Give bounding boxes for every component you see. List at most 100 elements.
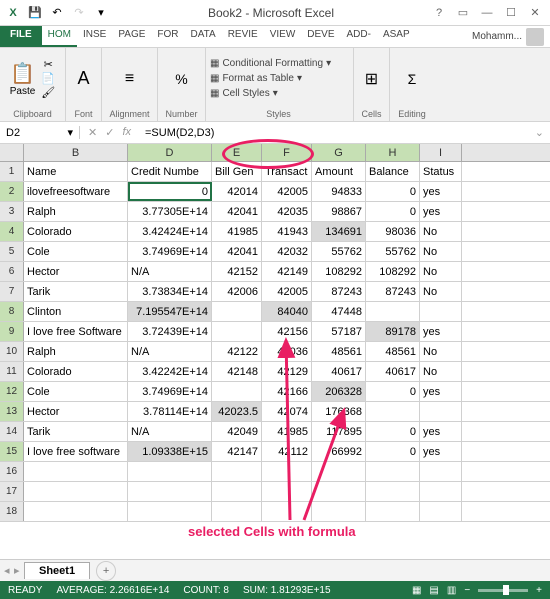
cell[interactable]	[420, 402, 462, 421]
copy-icon[interactable]: 📄	[41, 72, 55, 85]
cell[interactable]: 41943	[262, 222, 312, 241]
excel-icon[interactable]: X	[4, 4, 22, 22]
cell[interactable]: Balance	[366, 162, 420, 181]
cell[interactable]: 55762	[312, 242, 366, 261]
cell[interactable]: 42122	[212, 342, 262, 361]
cell[interactable]: 87243	[366, 282, 420, 301]
cell[interactable]: 42036	[262, 342, 312, 361]
cell[interactable]: 42156	[262, 322, 312, 341]
cell[interactable]: 48561	[312, 342, 366, 361]
cell[interactable]	[212, 302, 262, 321]
sheet-tab[interactable]: Sheet1	[24, 562, 90, 579]
cell[interactable]: 98867	[312, 202, 366, 221]
add-sheet-button[interactable]: +	[96, 561, 116, 581]
cell[interactable]: Clinton	[24, 302, 128, 321]
cell[interactable]: 0	[366, 382, 420, 401]
view-break-icon[interactable]: ▥	[447, 585, 456, 596]
cell[interactable]: 0	[366, 442, 420, 461]
cell[interactable]: 40617	[312, 362, 366, 381]
col-header[interactable]: D	[128, 144, 212, 161]
tab-asap[interactable]: ASAP	[377, 26, 416, 47]
cell[interactable]: Hector	[24, 262, 128, 281]
cell[interactable]: Name	[24, 162, 128, 181]
cell[interactable]: 3.72439E+14	[128, 322, 212, 341]
cell[interactable]: I love free Software	[24, 322, 128, 341]
sheet-nav-next-icon[interactable]: ▸	[14, 564, 20, 577]
cell[interactable]: yes	[420, 182, 462, 201]
help-icon[interactable]: ?	[428, 3, 450, 23]
zoom-slider[interactable]	[478, 589, 528, 592]
editing-button[interactable]: Σ	[396, 50, 428, 107]
cell[interactable]: 117895	[312, 422, 366, 441]
cell[interactable]: No	[420, 362, 462, 381]
cell[interactable]: Ralph	[24, 342, 128, 361]
name-box[interactable]: D2▾	[0, 126, 80, 139]
cell[interactable]: 42152	[212, 262, 262, 281]
cell[interactable]: 42014	[212, 182, 262, 201]
cell[interactable]: 42035	[262, 202, 312, 221]
redo-icon[interactable]: ↷	[70, 4, 88, 22]
row-header[interactable]: 8	[0, 302, 24, 321]
tab-file[interactable]: FILE	[0, 26, 42, 47]
cell[interactable]: 84040	[262, 302, 312, 321]
row-header[interactable]: 10	[0, 342, 24, 361]
cell[interactable]: No	[420, 262, 462, 281]
tab-page-layout[interactable]: PAGE	[112, 26, 151, 47]
cell[interactable]: N/A	[128, 342, 212, 361]
row-header[interactable]: 15	[0, 442, 24, 461]
cell[interactable]: 42149	[262, 262, 312, 281]
cell[interactable]	[420, 302, 462, 321]
row-header[interactable]: 11	[0, 362, 24, 381]
cell[interactable]: Cole	[24, 382, 128, 401]
cell[interactable]: 57187	[312, 322, 366, 341]
cell[interactable]	[212, 382, 262, 401]
cell[interactable]: yes	[420, 322, 462, 341]
tab-developer[interactable]: DEVE	[301, 26, 340, 47]
formula-expand-icon[interactable]: ⌄	[529, 126, 550, 139]
cell[interactable]: 0	[366, 202, 420, 221]
cell[interactable]: Colorado	[24, 222, 128, 241]
cell[interactable]: 42049	[212, 422, 262, 441]
fx-icon[interactable]: fx	[122, 126, 131, 139]
cell[interactable]	[420, 502, 462, 521]
cell[interactable]: Status	[420, 162, 462, 181]
enter-formula-icon[interactable]: ✓	[105, 126, 114, 139]
row-header[interactable]: 7	[0, 282, 24, 301]
cancel-formula-icon[interactable]: ✕	[88, 126, 97, 139]
tab-formulas[interactable]: FOR	[151, 26, 184, 47]
cell[interactable]: 3.78114E+14	[128, 402, 212, 421]
col-header[interactable]: G	[312, 144, 366, 161]
cell[interactable]: 7.195547E+14	[128, 302, 212, 321]
cell[interactable]: Transact	[262, 162, 312, 181]
number-button[interactable]: %	[164, 50, 199, 107]
cell[interactable]: 41985	[262, 422, 312, 441]
row-header[interactable]: 13	[0, 402, 24, 421]
cell[interactable]: 42005	[262, 182, 312, 201]
cell[interactable]	[312, 462, 366, 481]
cell[interactable]: I love free software	[24, 442, 128, 461]
paste-button[interactable]: 📋 Paste	[10, 61, 36, 97]
cell[interactable]	[128, 482, 212, 501]
col-header[interactable]: I	[420, 144, 462, 161]
cell[interactable]	[212, 482, 262, 501]
cell[interactable]	[24, 462, 128, 481]
cell[interactable]	[312, 482, 366, 501]
cell[interactable]: 42147	[212, 442, 262, 461]
user-account[interactable]: Mohamm...	[466, 26, 550, 47]
cell[interactable]: Bill Gen	[212, 162, 262, 181]
cell[interactable]: ilovefreesoftware	[24, 182, 128, 201]
cell[interactable]: 3.42424E+14	[128, 222, 212, 241]
col-header[interactable]: B	[24, 144, 128, 161]
cell[interactable]: 42112	[262, 442, 312, 461]
cell[interactable]: 42148	[212, 362, 262, 381]
cell[interactable]: yes	[420, 422, 462, 441]
row-header[interactable]: 6	[0, 262, 24, 281]
cell[interactable]	[128, 502, 212, 521]
row-header[interactable]: 9	[0, 322, 24, 341]
row-header[interactable]: 16	[0, 462, 24, 481]
cell[interactable]: 3.73834E+14	[128, 282, 212, 301]
cell[interactable]: 40617	[366, 362, 420, 381]
tab-home[interactable]: HOM	[42, 26, 77, 47]
cell[interactable]	[212, 462, 262, 481]
font-button[interactable]: A	[72, 50, 95, 107]
